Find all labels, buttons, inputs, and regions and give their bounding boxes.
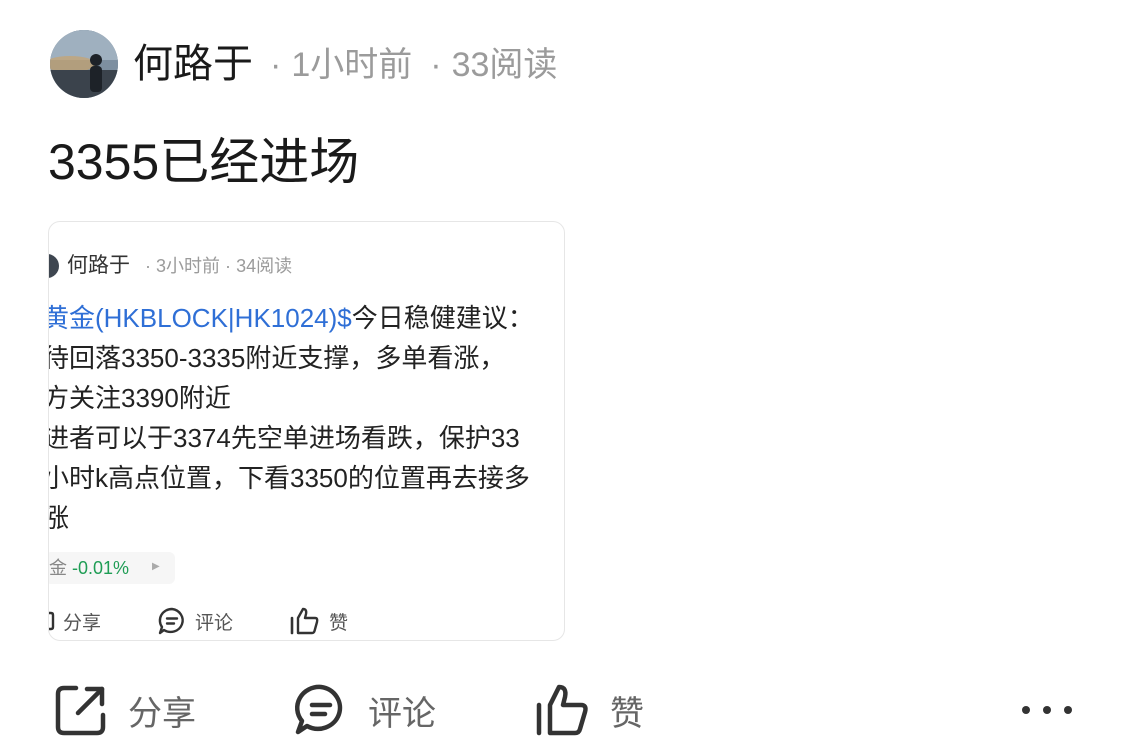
quote-name: 金	[49, 558, 67, 578]
more-dot	[1043, 706, 1051, 714]
comment-label: 评论	[368, 694, 436, 733]
embedded-line: 涨	[49, 498, 564, 538]
more-dot	[1022, 706, 1030, 714]
more-icon[interactable]	[1022, 706, 1072, 716]
embedded-post-body: 黄金(HKBLOCK|HK1024)$今日稳健建议： 待回落3350-3335附…	[48, 298, 564, 538]
like-label: 赞	[329, 612, 349, 634]
quote-chip-text: 金 -0.01%	[49, 555, 129, 581]
embedded-line: 方关注3390附近	[48, 383, 231, 413]
share-icon	[49, 611, 55, 631]
comment-icon	[158, 607, 184, 635]
meta-separator: ·	[145, 256, 151, 276]
embedded-line: 待回落3350-3335附近支撑，多单看涨，	[48, 343, 506, 373]
like-button[interactable]: 赞	[534, 682, 644, 738]
post-text: 3355已经进场	[48, 134, 360, 190]
stock-link: 黄金(HKBLOCK|HK1024)$	[48, 303, 352, 333]
embedded-line: 进者可以于3374先空单进场看跌，保护33	[48, 423, 520, 453]
embedded-author-name: 何路于	[67, 254, 130, 277]
share-button[interactable]: 分享	[54, 682, 196, 738]
share-label: 分享	[128, 694, 196, 733]
comment-label: 评论	[195, 612, 234, 634]
like-label: 赞	[610, 694, 644, 733]
comment-icon	[294, 684, 343, 735]
author-avatar[interactable]	[50, 30, 118, 98]
embedded-comment: 评论	[157, 606, 233, 636]
chevron-right-icon: ▶	[152, 561, 160, 572]
embedded-share: 分享	[49, 606, 102, 636]
embedded-line: 小时k高点位置，下看3350的位置再去接多	[48, 463, 530, 493]
share-label: 分享	[63, 612, 102, 634]
comment-button[interactable]: 评论	[294, 682, 436, 738]
embedded-author-avatar	[49, 254, 59, 278]
embedded-post-time: 3小时前	[156, 256, 221, 276]
more-dot	[1064, 706, 1072, 714]
meta-separator: ·	[270, 46, 282, 84]
share-icon	[55, 685, 106, 736]
embedded-image[interactable]: 何路于 · 3小时前 · 34阅读 黄金(HKBLOCK|HK1024)$今日稳…	[48, 221, 565, 641]
meta-separator: ·	[430, 46, 442, 84]
embedded-post-reads: 34阅读	[236, 256, 293, 276]
post-time: 1小时前	[291, 46, 413, 84]
post-meta: · 1小时前 · 33阅读	[270, 42, 557, 88]
meta-separator: ·	[225, 256, 232, 276]
author-name[interactable]: 何路于	[133, 38, 253, 90]
post-reads: 33阅读	[451, 46, 558, 84]
like-icon	[536, 684, 588, 736]
quote-change: -0.01%	[72, 558, 130, 578]
embedded-like: 赞	[289, 606, 348, 636]
embedded-post-meta: · 3小时前 · 34阅读	[145, 253, 292, 279]
embedded-line: 黄金(HKBLOCK|HK1024)$今日稳健建议：	[48, 298, 564, 338]
like-icon	[290, 607, 319, 635]
